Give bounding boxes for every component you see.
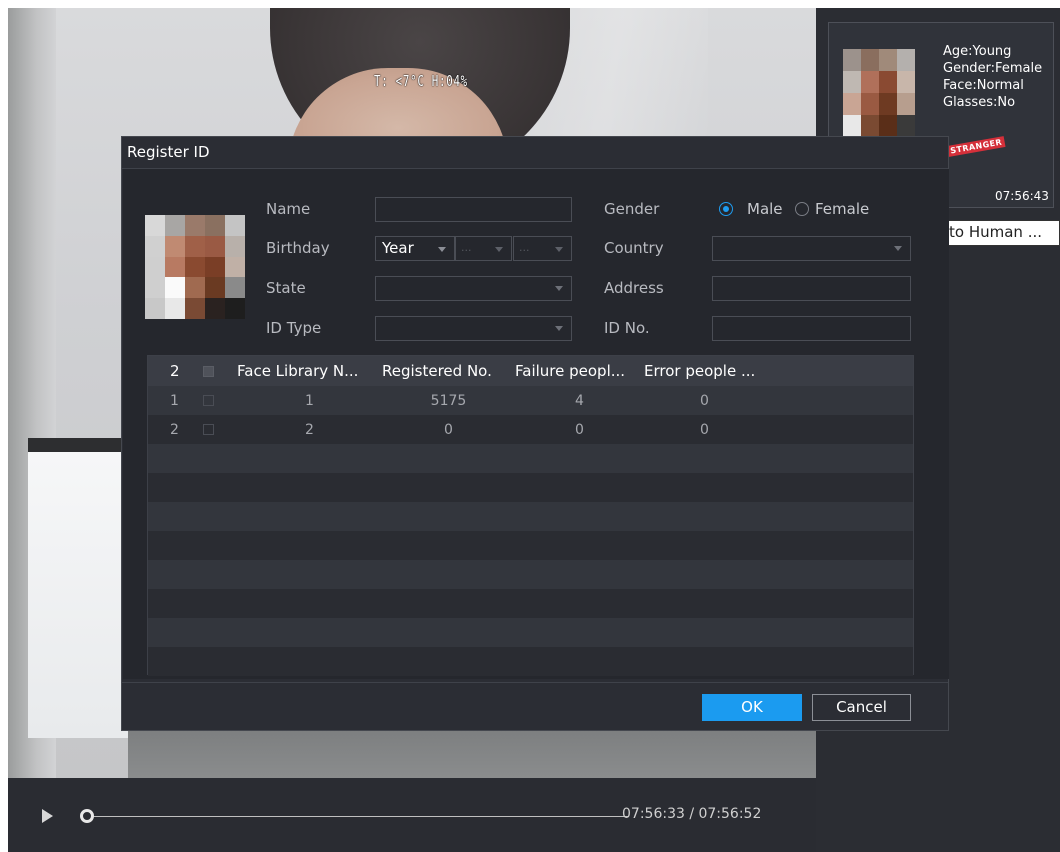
- gender-female-label: Female: [815, 200, 870, 218]
- birthday-day-value: ...: [519, 241, 530, 254]
- empty-row: [148, 560, 913, 589]
- row-library: 1: [305, 392, 314, 409]
- dialog-title: Register ID: [122, 137, 948, 169]
- empty-row: [148, 502, 913, 531]
- row-failure: 0: [575, 421, 584, 438]
- play-icon[interactable]: [42, 809, 53, 823]
- row-index: 1: [170, 392, 179, 409]
- empty-row: [148, 647, 913, 676]
- face-photo: [145, 215, 245, 319]
- row-failure: 4: [575, 392, 584, 409]
- cancel-button[interactable]: Cancel: [812, 694, 911, 721]
- table-row[interactable]: 2 2 0 0 0: [148, 415, 913, 444]
- col-registered: Registered No.: [382, 362, 492, 380]
- row-library: 2: [305, 421, 314, 438]
- row-checkbox-cell[interactable]: [203, 424, 237, 435]
- birthday-year-select[interactable]: Year: [375, 236, 455, 261]
- row-index: 2: [170, 421, 179, 438]
- capture-time: 07:56:43: [995, 189, 1049, 203]
- name-label: Name: [266, 200, 311, 218]
- playback-time: 07:56:33 / 07:56:52: [622, 806, 762, 822]
- empty-row: [148, 618, 913, 647]
- state-label: State: [266, 279, 306, 297]
- gender-male-radio[interactable]: Male: [719, 200, 783, 218]
- playback-bar: 07:56:33 / 07:56:52: [8, 778, 816, 852]
- row-checkbox[interactable]: [203, 395, 214, 406]
- col-face-library: Face Library N...: [237, 362, 359, 380]
- osd-overlay-text: T: <7°C H:04%: [374, 72, 468, 90]
- country-label: Country: [604, 239, 664, 257]
- table-row[interactable]: 1 1 5175 4 0: [148, 386, 913, 415]
- row-registered: 5175: [430, 392, 467, 409]
- radio-unselected-icon[interactable]: [795, 202, 809, 216]
- empty-row: [148, 473, 913, 502]
- face-thumbnail: [843, 49, 915, 137]
- idno-input[interactable]: [712, 316, 911, 341]
- radio-selected-icon[interactable]: [719, 202, 733, 216]
- row-registered: 0: [444, 421, 453, 438]
- col-failure: Failure peopl...: [515, 362, 626, 380]
- gender-label: Gender: [604, 200, 660, 218]
- address-input[interactable]: [712, 276, 911, 301]
- progress-knob[interactable]: [80, 809, 94, 823]
- attr-gender: Gender:Female: [943, 61, 1043, 76]
- attr-age: Age:Young: [943, 44, 1012, 59]
- attr-glasses: Glasses:No: [943, 95, 1016, 110]
- table-body: 1 1 5175 4 0 2 2 0 0 0: [148, 386, 913, 676]
- address-label: Address: [604, 279, 664, 297]
- row-error: 0: [700, 421, 709, 438]
- birthday-month-value: ...: [461, 241, 472, 254]
- empty-row: [148, 531, 913, 560]
- face-library-table: 2 Face Library N... Registered No. Failu…: [147, 355, 914, 676]
- dropdown-arrow-icon: [495, 247, 503, 252]
- birthday-month-select[interactable]: ...: [455, 236, 512, 261]
- table-header: 2 Face Library N... Registered No. Failu…: [148, 356, 913, 386]
- select-all-checkbox[interactable]: [203, 365, 214, 377]
- idno-label: ID No.: [604, 319, 650, 337]
- dropdown-arrow-icon: [555, 326, 563, 331]
- face-attributes: Age:Young Gender:Female Face:Normal Glas…: [943, 43, 1042, 111]
- idtype-select[interactable]: [375, 316, 572, 341]
- name-input[interactable]: [375, 197, 572, 222]
- stranger-stamp: STRANGER: [946, 136, 1006, 157]
- row-error: 0: [700, 392, 709, 409]
- dialog-divider: [122, 682, 948, 683]
- empty-row: [148, 589, 913, 618]
- dialog-body: Name Gender Male Female Birthday Year ..…: [123, 169, 949, 679]
- register-id-dialog: Register ID Name Gender Male Female Birt…: [121, 136, 949, 731]
- to-human-button[interactable]: to Human ...: [942, 220, 1060, 246]
- state-select[interactable]: [375, 276, 572, 301]
- table-count: 2: [170, 362, 180, 380]
- gender-female-radio[interactable]: Female: [795, 200, 869, 218]
- birthday-year-value: Year: [382, 239, 414, 257]
- birthday-label: Birthday: [266, 239, 330, 257]
- birthday-day-select[interactable]: ...: [513, 236, 572, 261]
- ok-button[interactable]: OK: [702, 694, 802, 721]
- row-checkbox[interactable]: [203, 424, 214, 435]
- attr-face: Face:Normal: [943, 78, 1024, 93]
- dropdown-arrow-icon: [555, 286, 563, 291]
- country-select[interactable]: [712, 236, 911, 261]
- idtype-label: ID Type: [266, 319, 322, 337]
- row-checkbox-cell[interactable]: [203, 395, 237, 406]
- gender-male-label: Male: [747, 200, 783, 218]
- progress-track[interactable]: [88, 816, 628, 817]
- dropdown-arrow-icon: [438, 247, 446, 252]
- empty-row: [148, 444, 913, 473]
- dropdown-arrow-icon: [555, 247, 563, 252]
- dropdown-arrow-icon: [894, 246, 902, 251]
- col-error: Error people ...: [644, 362, 756, 380]
- select-all-cell[interactable]: [203, 365, 237, 377]
